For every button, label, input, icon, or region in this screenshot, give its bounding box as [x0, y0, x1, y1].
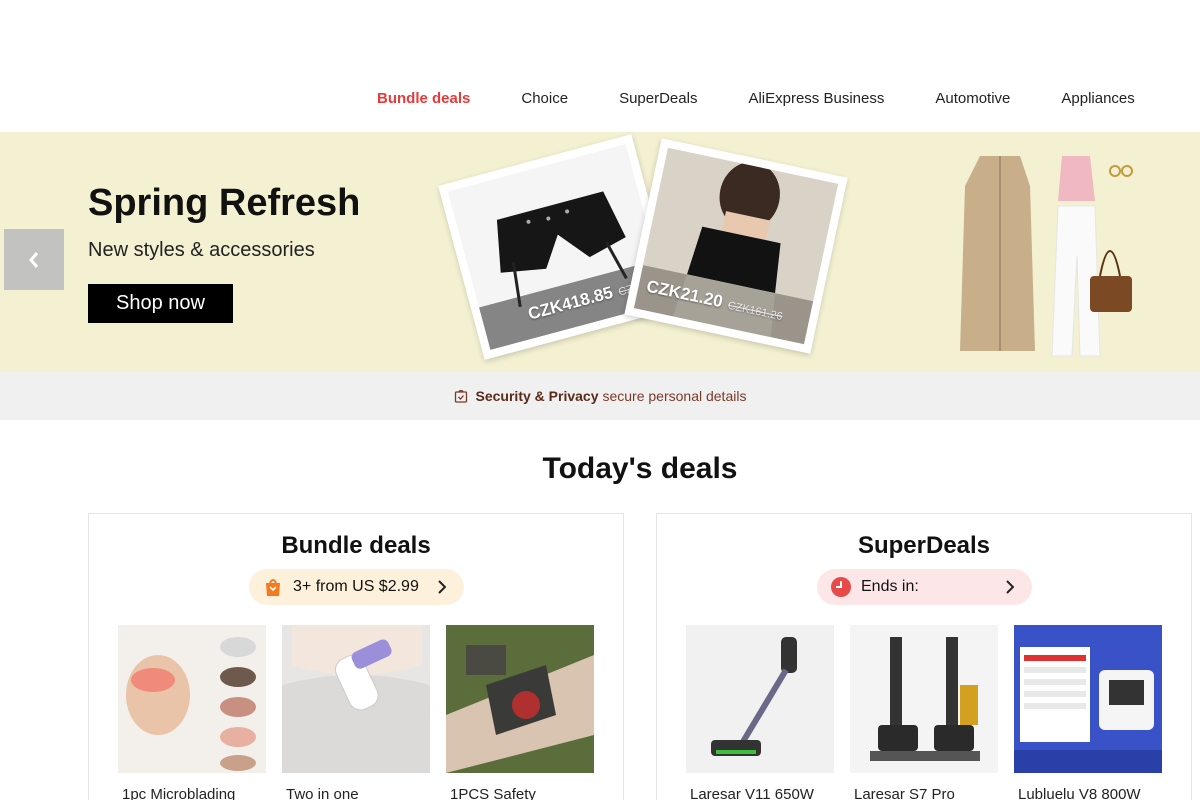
- nav-link-automotive[interactable]: Automotive: [935, 90, 1010, 107]
- nav-link-aliexpress-business[interactable]: AliExpress Business: [748, 90, 884, 107]
- nav-link-appliances[interactable]: Appliances: [1061, 90, 1134, 107]
- superdeals-panel[interactable]: SuperDeals Ends in: Laresar V11 650W Lar…: [656, 513, 1192, 800]
- product-thumbnail: [686, 625, 834, 773]
- superdeals-products: Laresar V11 650W Laresar S7 Pro Lubluelu…: [686, 625, 1178, 800]
- bundle-pill-text: 3+ from US $2.99: [293, 578, 419, 595]
- deals-heading: Today's deals: [542, 452, 738, 485]
- shield-bag-icon: [454, 389, 467, 403]
- product-card[interactable]: 1PCS Safety: [446, 625, 594, 800]
- bundle-deals-title: Bundle deals: [281, 532, 431, 559]
- product-name: 1pc Microblading: [122, 786, 236, 800]
- outfit-image: [950, 146, 1140, 358]
- product-name: Lubluelu V8 800W: [1018, 786, 1141, 800]
- superdeals-pill-text: Ends in:: [861, 578, 919, 595]
- bundle-deals-pill[interactable]: 3+ from US $2.99: [249, 569, 464, 605]
- product-thumbnail: [446, 625, 594, 773]
- product-image-top: CZK21.20CZK161.26: [633, 147, 839, 345]
- clock-icon: [831, 577, 851, 597]
- product-card[interactable]: 1pc Microblading: [118, 625, 266, 800]
- superdeals-title: SuperDeals: [857, 532, 991, 559]
- product-card[interactable]: Two in one: [282, 625, 430, 800]
- top-navigation: Bundle deals Choice SuperDeals AliExpres…: [0, 0, 1200, 132]
- product-card[interactable]: Lubluelu V8 800W: [1014, 625, 1162, 800]
- product-card[interactable]: Laresar S7 Pro: [850, 625, 998, 800]
- product-card[interactable]: Laresar V11 650W: [686, 625, 834, 800]
- promo-card-top[interactable]: CZK21.20CZK161.26: [624, 138, 848, 354]
- product-thumbnail: [282, 625, 430, 773]
- shop-now-button[interactable]: Shop now: [88, 284, 233, 323]
- hero-subtitle: New styles & accessories: [88, 239, 315, 261]
- product-name: 1PCS Safety: [450, 786, 536, 800]
- nav-link-choice[interactable]: Choice: [521, 90, 568, 107]
- nav-link-bundle-deals[interactable]: Bundle deals: [377, 90, 470, 107]
- product-thumbnail: [850, 625, 998, 773]
- product-name: Two in one: [286, 786, 359, 800]
- chevron-left-icon: [29, 251, 39, 268]
- product-name: Laresar V11 650W: [690, 786, 814, 800]
- superdeals-pill[interactable]: Ends in:: [817, 569, 1032, 605]
- hero-banner[interactable]: Spring Refresh New styles & accessories …: [0, 132, 1200, 372]
- category-links: Bundle deals Choice SuperDeals AliExpres…: [377, 90, 1186, 107]
- security-text: secure personal details: [602, 388, 747, 404]
- bundle-products: 1pc Microblading Two in one 1PCS Safety: [118, 625, 610, 800]
- chevron-right-icon: [1006, 580, 1014, 594]
- chevron-right-icon: [438, 580, 446, 594]
- hero-title: Spring Refresh: [88, 182, 361, 224]
- product-thumbnail: [118, 625, 266, 773]
- product-name: Laresar S7 Pro: [854, 786, 955, 800]
- security-title: Security & Privacy: [475, 388, 599, 404]
- product-image-shorts: CZK418.85CZK461.68: [447, 143, 669, 351]
- nav-link-superdeals[interactable]: SuperDeals: [619, 90, 697, 107]
- shopping-bag-icon: [266, 579, 280, 596]
- bundle-deals-panel[interactable]: Bundle deals 3+ from US $2.99 1pc Microb…: [88, 513, 624, 800]
- security-privacy-bar[interactable]: Security & Privacy secure personal detai…: [0, 372, 1200, 420]
- carousel-prev-button[interactable]: [4, 229, 64, 290]
- product-thumbnail: [1014, 625, 1162, 773]
